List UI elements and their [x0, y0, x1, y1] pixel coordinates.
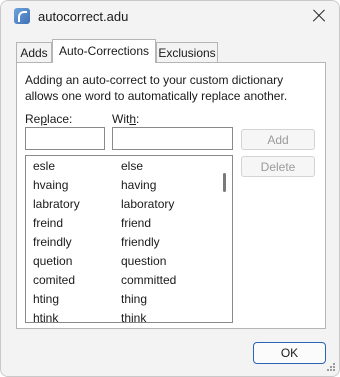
with-input[interactable]	[113, 128, 232, 149]
list-item-word: hting	[33, 292, 60, 306]
tab-adds[interactable]: Adds	[16, 42, 52, 62]
list-item[interactable]: htink think	[26, 308, 222, 323]
list-item-word: labratory	[33, 197, 80, 211]
add-button[interactable]: Add	[241, 129, 315, 150]
list-item[interactable]: freindly friendly	[26, 232, 222, 251]
list-item[interactable]: quetion question	[26, 251, 222, 270]
window-title: autocorrect.adu	[38, 9, 129, 24]
tab-auto-corrections[interactable]: Auto-Corrections	[52, 39, 156, 63]
ok-button[interactable]: OK	[253, 342, 326, 364]
list-item-replacement: laboratory	[121, 197, 175, 211]
list-item-replacement: friend	[121, 216, 152, 230]
list-item-word: comited	[33, 273, 76, 287]
list-item[interactable]: labratory laboratory	[26, 194, 222, 213]
list-item[interactable]: comited committed	[26, 270, 222, 289]
list-item-word: freindly	[33, 235, 72, 249]
list-item-word: hvaing	[33, 178, 69, 192]
list-item[interactable]: freind friend	[26, 213, 222, 232]
list-item[interactable]: hting thing	[26, 289, 222, 308]
list-item-replacement: friendly	[121, 235, 160, 249]
list-item-word: esle	[33, 159, 56, 173]
close-icon[interactable]	[307, 4, 331, 28]
list-item-replacement: think	[121, 311, 147, 323]
list-item-word: quetion	[33, 254, 73, 268]
list-item-replacement: thing	[121, 292, 148, 306]
with-label: With:	[112, 112, 140, 126]
list-item[interactable]: hvaing having	[26, 175, 222, 194]
corrections-list[interactable]: esle else hvaing having labratory labora…	[25, 155, 233, 323]
tab-exclusions[interactable]: Exclusions	[156, 42, 218, 62]
panel-description: Adding an auto-correct to your custom di…	[25, 73, 288, 103]
list-item-replacement: having	[121, 178, 157, 192]
list-item-replacement: committed	[121, 273, 177, 287]
list-item-word: freind	[33, 216, 64, 230]
title-bar: autocorrect.adu	[1, 1, 339, 33]
app-icon	[14, 8, 30, 24]
resize-grip-icon[interactable]	[326, 362, 336, 372]
list-item-replacement: question	[121, 254, 167, 268]
list-item-word: htink	[33, 311, 59, 323]
replace-field[interactable]	[25, 127, 105, 150]
delete-button[interactable]: Delete	[241, 156, 315, 177]
replace-label: Replace:	[25, 112, 73, 126]
replace-input[interactable]	[26, 128, 104, 149]
list-item-replacement: else	[121, 159, 144, 173]
auto-corrections-panel: Adding an auto-correct to your custom di…	[16, 62, 326, 329]
with-field[interactable]	[112, 127, 233, 150]
dialog-window: autocorrect.adu Adds Auto-Corrections Ex…	[0, 0, 340, 377]
scrollbar-thumb[interactable]	[223, 173, 226, 192]
list-item[interactable]: esle else	[26, 156, 222, 175]
